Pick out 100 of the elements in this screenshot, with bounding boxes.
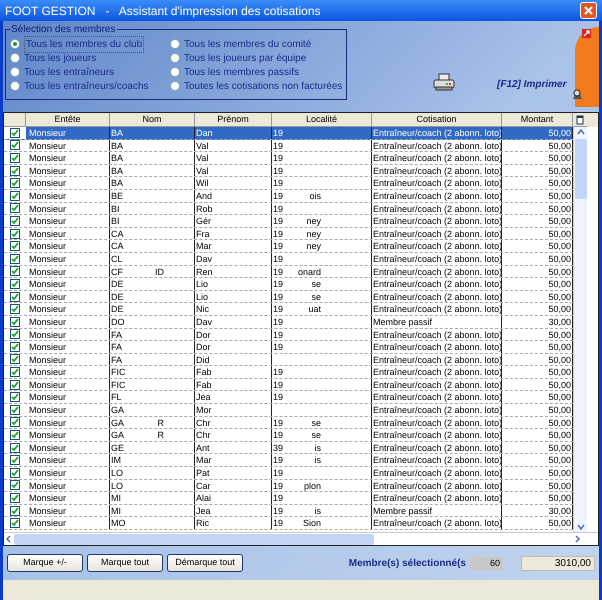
table-cell: Monsieur <box>29 418 66 428</box>
row-checkbox[interactable] <box>10 128 20 138</box>
row-checkbox[interactable] <box>10 342 20 352</box>
table-cell: FA <box>111 341 122 353</box>
row-checkbox[interactable] <box>10 166 20 176</box>
radio-button[interactable] <box>170 67 180 77</box>
table-cell: 50,00 <box>548 216 571 226</box>
row-checkbox[interactable] <box>10 140 20 150</box>
row-checkbox[interactable] <box>10 278 20 289</box>
scroll-thumb[interactable] <box>574 139 586 199</box>
table-cell: BA <box>111 152 124 164</box>
table-row[interactable]: Monsieur DO Dav 19 Membre passif 30,00 <box>4 316 573 328</box>
print-link[interactable]: [F12] Imprimer <box>497 77 566 92</box>
row-checkbox[interactable] <box>10 228 20 239</box>
table-cell: LO <box>111 480 124 492</box>
total-field: 3010,00 <box>521 556 595 570</box>
count-field: 60 <box>470 556 503 570</box>
table-cell: BI <box>111 202 120 214</box>
table-cell: 50,00 <box>548 204 571 214</box>
row-checkbox[interactable] <box>10 518 20 528</box>
row-checkbox[interactable] <box>10 292 20 302</box>
radio-button[interactable] <box>10 67 20 77</box>
table-cell: Did <box>196 354 210 365</box>
row-checkbox[interactable] <box>10 480 20 490</box>
table-cell: 19 <box>273 228 284 240</box>
table-cell: Val <box>196 153 208 164</box>
scroll-down-icon[interactable] <box>576 524 584 530</box>
row-checkbox[interactable] <box>10 417 20 428</box>
radio-option[interactable]: Tous les membres du comité <box>170 37 342 51</box>
table-cell: Monsieur <box>29 367 66 378</box>
table-cell: 50,00 <box>548 292 571 302</box>
table-cell: Gér <box>196 216 212 226</box>
row-checkbox[interactable] <box>10 190 20 201</box>
radio-button[interactable] <box>10 81 20 91</box>
table-cell: 50,00 <box>548 518 571 528</box>
scroll-up-icon[interactable] <box>576 129 584 135</box>
table-cell: Monsieur <box>29 468 66 478</box>
radio-option[interactable]: Tous les joueurs par équipe <box>170 51 342 65</box>
row-checkbox[interactable] <box>10 442 20 453</box>
printer-icon[interactable] <box>433 73 455 91</box>
table-cell: Lio <box>196 292 208 302</box>
row-checkbox[interactable] <box>10 380 20 390</box>
vertical-scrollbar[interactable] <box>573 127 587 532</box>
row-checkbox[interactable] <box>10 152 20 163</box>
row-checkbox[interactable] <box>10 178 20 188</box>
row-checkbox[interactable] <box>10 404 20 415</box>
row-checkbox[interactable] <box>10 506 20 516</box>
action-button[interactable]: Marque +/- <box>7 554 83 572</box>
table-cell: Wil <box>196 178 208 188</box>
table-cell: Chr <box>196 418 211 428</box>
table-cell: Sion <box>302 517 321 529</box>
radio-button[interactable] <box>10 39 20 49</box>
table-cell: Pat <box>196 468 210 478</box>
row-checkbox[interactable] <box>10 329 20 340</box>
radio-option[interactable]: Tous les membres passifs <box>170 65 342 79</box>
row-checkbox[interactable] <box>10 216 20 226</box>
row-checkbox[interactable] <box>10 367 20 378</box>
table-cell: Membre passif <box>373 316 432 327</box>
row-checkbox[interactable] <box>10 430 20 440</box>
preview-icon[interactable] <box>571 88 583 100</box>
row-checkbox[interactable] <box>10 203 20 214</box>
radio-option[interactable]: Tous les membres du club <box>10 37 170 51</box>
action-button[interactable]: Marque tout <box>87 554 163 572</box>
radio-option[interactable]: Tous les entraîneurs <box>10 65 170 79</box>
open-window-icon[interactable] <box>582 29 591 38</box>
row-checkbox[interactable] <box>10 241 20 252</box>
table-cell: ney <box>306 228 321 240</box>
table-cell: 50,00 <box>548 455 571 466</box>
table-cell: Dan <box>196 128 213 138</box>
row-checkbox[interactable] <box>10 316 20 327</box>
table-cell: Monsieur <box>29 442 66 453</box>
action-button[interactable]: Démarque tout <box>167 554 243 572</box>
table-cell: Dor <box>196 342 211 352</box>
radio-button[interactable] <box>170 81 180 91</box>
row-checkbox[interactable] <box>10 493 20 504</box>
table-cell: MI <box>111 504 121 516</box>
table-cell: Monsieur <box>29 493 66 504</box>
row-checkbox[interactable] <box>10 304 20 314</box>
table-cell: Monsieur <box>29 380 66 390</box>
table-row[interactable]: Monsieur MI Jea 19 is Membre passif 30,00 <box>4 504 573 518</box>
table-cell: Monsieur <box>29 228 66 239</box>
table-cell: 19 <box>273 480 284 492</box>
radio-option[interactable]: Tous les entraîneurs/coachs <box>10 79 170 93</box>
row-checkbox[interactable] <box>10 468 20 478</box>
radio-button[interactable] <box>170 53 180 63</box>
row-checkbox[interactable] <box>10 266 20 276</box>
table-cell: CA <box>111 228 124 240</box>
row-checkbox[interactable] <box>10 254 20 264</box>
row-checkbox[interactable] <box>10 354 20 364</box>
close-button[interactable] <box>580 2 597 19</box>
row-checkbox[interactable] <box>10 455 20 466</box>
row-checkbox[interactable] <box>10 392 20 402</box>
horizontal-scrollbar[interactable] <box>4 532 598 545</box>
table-cell: 19 <box>273 215 284 227</box>
radio-option[interactable]: Tous les joueurs <box>10 51 170 65</box>
column-menu-icon[interactable] <box>576 114 584 124</box>
radio-button[interactable] <box>170 39 180 49</box>
radio-button[interactable] <box>10 53 20 63</box>
table-cell: ney <box>306 215 321 227</box>
scroll-thumb[interactable] <box>14 534 374 544</box>
